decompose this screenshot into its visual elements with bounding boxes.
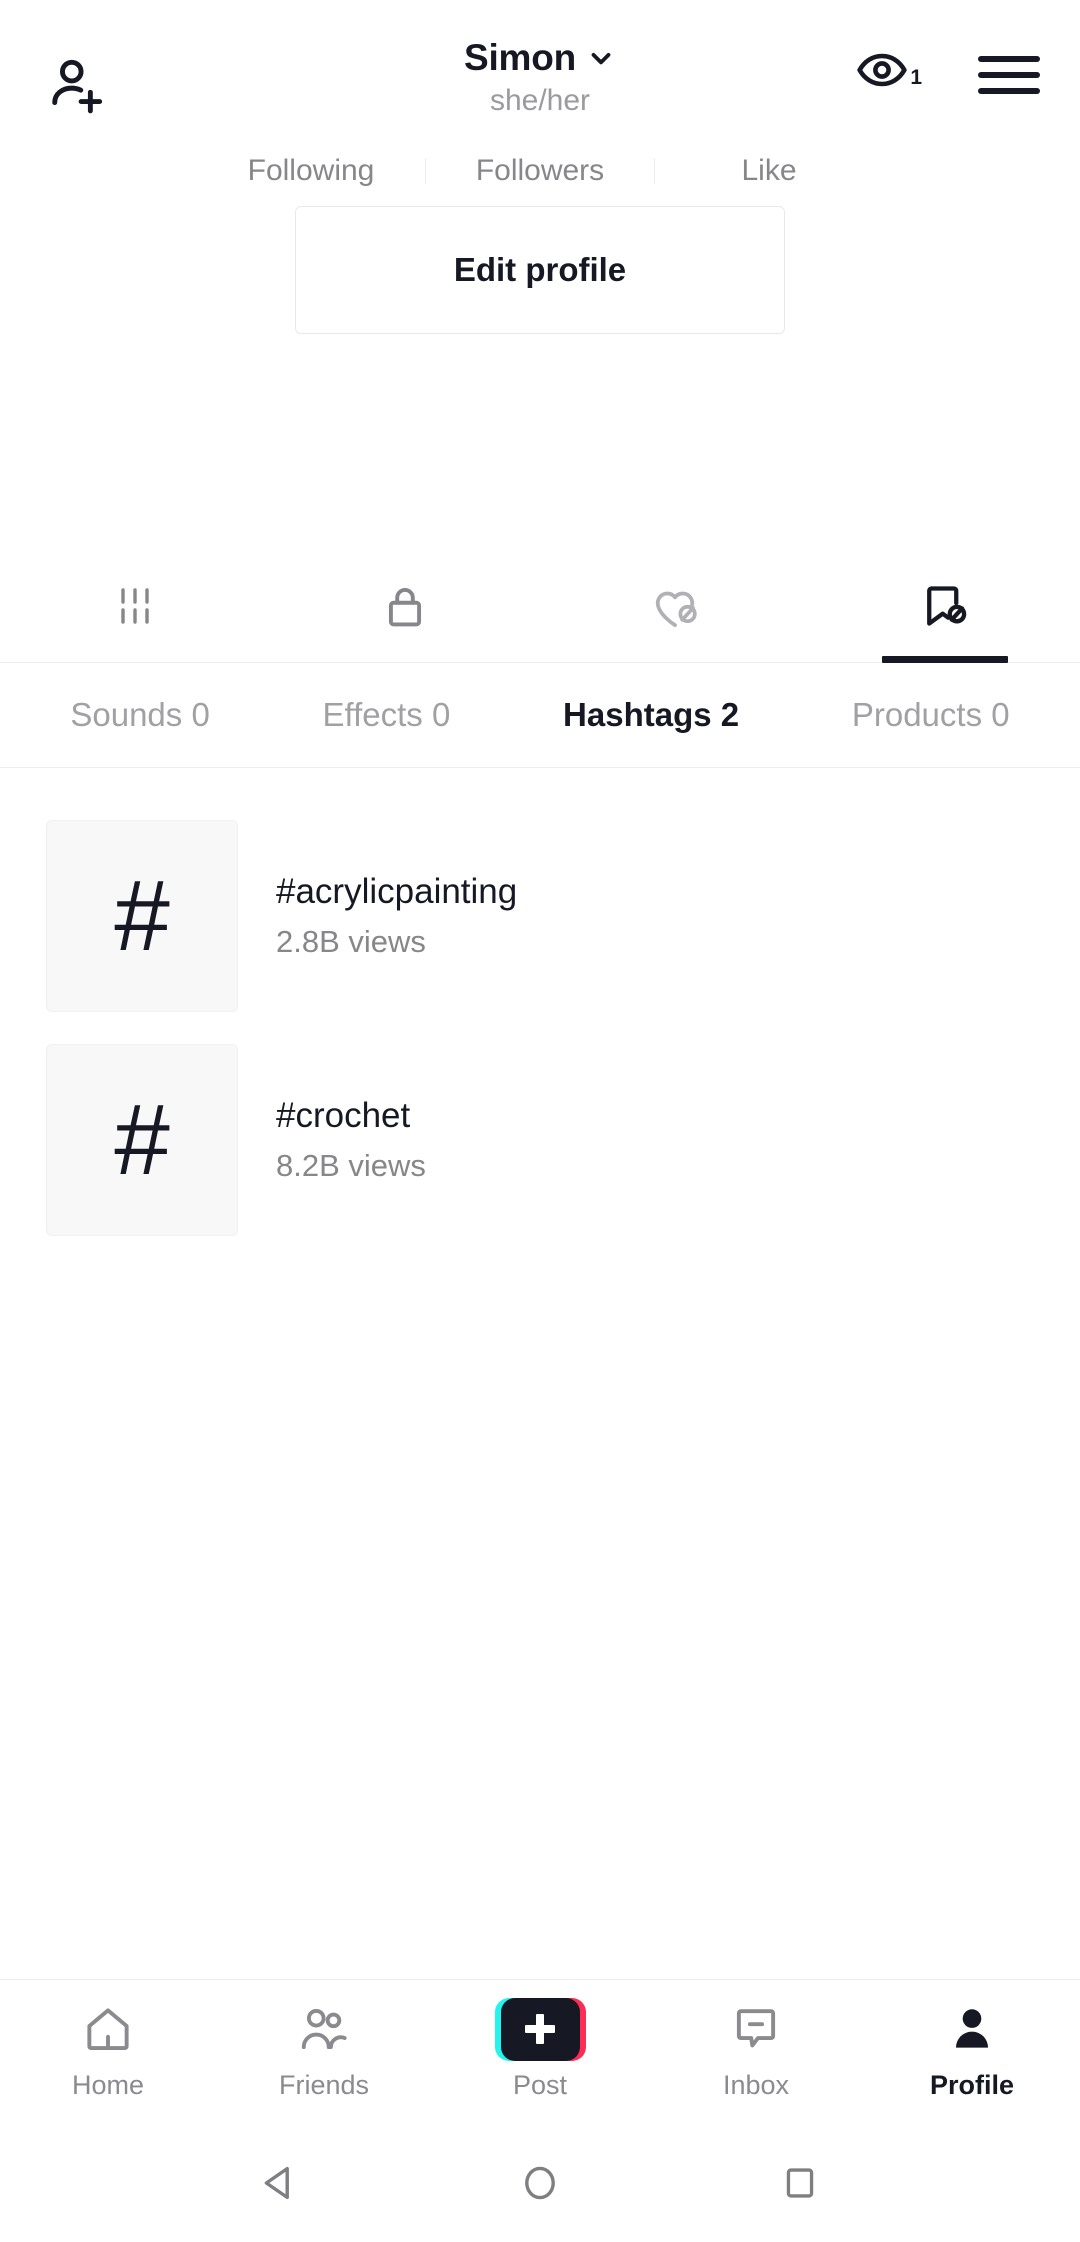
hashtag-name: #crochet <box>276 1095 411 1135</box>
bookmark-slash-icon <box>927 586 967 626</box>
stat-following[interactable]: Following <box>197 154 425 188</box>
person-icon-svg <box>955 2009 989 2048</box>
post-button-shape <box>494 1997 586 2061</box>
hashtag-icon: # <box>114 860 170 972</box>
nav-item-post[interactable]: Post <box>432 1997 648 2100</box>
nav-item-profile[interactable]: Profile <box>864 1998 1080 2099</box>
home-icon-svg <box>87 2008 129 2051</box>
tab-liked[interactable] <box>540 550 810 662</box>
stat-likes[interactable]: Like <box>655 154 883 188</box>
hashtag-info: #crochet 8.2B views <box>276 1095 426 1184</box>
android-system-nav <box>0 2124 1080 2242</box>
profile-bio-space <box>0 334 1080 550</box>
hashtag-icon: # <box>114 1084 170 1196</box>
nav-label-post: Post <box>512 2070 568 2100</box>
profile-views-count: 1 <box>910 66 922 89</box>
subtab-hashtags[interactable]: Hashtags 2 <box>563 696 739 734</box>
nav-label-home: Home <box>71 2070 145 2100</box>
grid-bars-icon <box>121 588 149 624</box>
profile-actions: Edit profile <box>0 202 1080 334</box>
inbox-icon <box>730 1998 782 2060</box>
square-recents-icon <box>786 2168 814 2198</box>
hashtag-info: #acrylicpainting 2.8B views <box>276 871 518 960</box>
home-icon <box>82 1998 134 2060</box>
list-item[interactable]: # #crochet 8.2B views <box>0 1044 1080 1236</box>
circle-home-icon <box>525 2166 555 2200</box>
active-tab-underline <box>882 656 1008 663</box>
hashtag-list: # #acrylicpainting 2.8B views # #crochet… <box>0 768 1080 1979</box>
chevron-down-icon-svg <box>591 53 611 65</box>
profile-content-tabs <box>0 550 1080 663</box>
tab-posts[interactable] <box>0 550 270 662</box>
home-button[interactable] <box>495 2138 585 2228</box>
nav-item-home[interactable]: Home <box>0 1998 216 2099</box>
hamburger-line <box>978 56 1040 62</box>
friends-icon <box>296 1998 352 2060</box>
username-row[interactable]: Simon <box>463 37 616 79</box>
tab-private[interactable] <box>270 550 540 662</box>
nav-label-inbox: Inbox <box>722 2070 790 2100</box>
nav-item-friends[interactable]: Friends <box>216 1998 432 2099</box>
tab-saved[interactable] <box>810 550 1080 663</box>
eye-icon <box>857 53 908 87</box>
pronouns-label: she/her <box>489 83 591 117</box>
hashtag-thumbnail: # <box>46 820 238 1012</box>
bottom-navigation-bar: Home Friends Post Inbox Profile <box>0 1979 1080 2124</box>
hamburger-line <box>978 88 1040 94</box>
lock-icon <box>388 588 422 627</box>
page-title: Simon <box>463 37 577 78</box>
hashtag-views: 2.8B views <box>276 924 426 960</box>
nav-label-profile: Profile <box>929 2070 1015 2100</box>
collection-sub-tabs: Sounds 0 Effects 0 Hashtags 2 Products 0 <box>0 663 1080 768</box>
recents-button[interactable] <box>755 2138 845 2228</box>
chevron-down-icon[interactable] <box>586 43 616 78</box>
list-item[interactable]: # #acrylicpainting 2.8B views <box>0 820 1080 1012</box>
nav-label-friends: Friends <box>278 2070 370 2100</box>
subtab-products[interactable]: Products 0 <box>852 696 1010 734</box>
hashtag-name: #acrylicpainting <box>276 871 518 911</box>
hamburger-line <box>978 72 1040 78</box>
edit-profile-button[interactable]: Edit profile <box>295 206 785 334</box>
hashtag-views: 8.2B views <box>276 1148 426 1184</box>
triangle-back-icon <box>264 2166 289 2200</box>
profile-stats-row: Following Followers Like <box>0 140 1080 202</box>
hashtag-thumbnail: # <box>46 1044 238 1236</box>
stat-followers[interactable]: Followers <box>426 154 654 188</box>
post-core-layer <box>500 1997 580 2061</box>
profile-views-button[interactable]: 1 <box>856 48 922 92</box>
nav-item-inbox[interactable]: Inbox <box>648 1998 864 2099</box>
post-button[interactable] <box>494 1997 586 2061</box>
back-button[interactable] <box>235 2138 325 2228</box>
inbox-icon-svg <box>736 2009 776 2048</box>
friends-icon-svg <box>301 2008 347 2050</box>
hamburger-menu-icon[interactable] <box>978 52 1040 98</box>
tiktok-profile-screen: Simon she/her 1 Following Followers Like… <box>0 0 1080 2242</box>
subtab-effects[interactable]: Effects 0 <box>323 696 451 734</box>
person-icon <box>946 1998 998 2060</box>
heart-slash-icon <box>655 591 697 627</box>
top-bar: Simon she/her 1 <box>0 0 1080 140</box>
plus-icon <box>525 2014 555 2044</box>
subtab-sounds[interactable]: Sounds 0 <box>70 696 209 734</box>
